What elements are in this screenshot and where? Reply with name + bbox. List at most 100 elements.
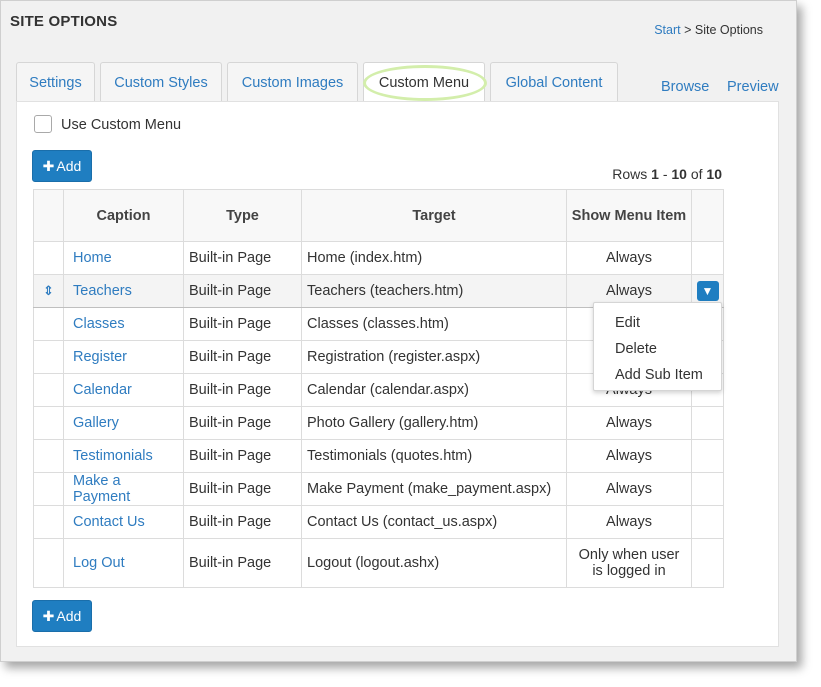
target-cell: Testimonials (quotes.htm) — [301, 439, 567, 473]
menu-item-delete[interactable]: Delete — [594, 336, 721, 362]
header-target[interactable]: Target — [301, 189, 567, 242]
table-row: Testimonials Built-in Page Testimonials … — [33, 439, 724, 473]
type-cell: Built-in Page — [183, 406, 302, 440]
header-handle — [33, 189, 64, 242]
chevron-down-icon: ▼ — [701, 284, 714, 298]
use-custom-menu-label: Use Custom Menu — [61, 117, 182, 133]
breadcrumb-separator: > — [684, 23, 692, 37]
rows-total: 10 — [706, 166, 722, 182]
header-type[interactable]: Type — [183, 189, 302, 242]
caption-link[interactable]: Calendar — [73, 382, 132, 398]
drag-handle-cell — [33, 340, 64, 374]
show-cell: Only when user is logged in — [566, 538, 692, 588]
add-button-label: Add — [56, 608, 82, 624]
menu-item-edit[interactable]: Edit — [594, 310, 721, 336]
table-row: Log Out Built-in Page Logout (logout.ash… — [33, 538, 724, 588]
caption-link[interactable]: Register — [73, 349, 127, 365]
rows-dash: - — [662, 166, 668, 182]
header-actions — [691, 189, 724, 242]
tab-custom-images[interactable]: Custom Images — [227, 62, 358, 101]
table-row: Home Built-in Page Home (index.htm) Alwa… — [33, 241, 724, 275]
tab-global-content[interactable]: Global Content — [490, 62, 618, 101]
drag-handle-cell — [33, 538, 64, 588]
target-cell: Registration (register.aspx) — [301, 340, 567, 374]
breadcrumb-current: Site Options — [694, 23, 763, 37]
drag-handle-cell — [33, 241, 64, 275]
header-show-menu-item[interactable]: Show Menu Item — [566, 189, 692, 242]
breadcrumb: Start > Site Options — [654, 23, 763, 37]
browse-link[interactable]: Browse — [661, 79, 709, 95]
drag-handle-cell — [33, 373, 64, 407]
caption-link[interactable]: Contact Us — [73, 514, 145, 530]
tab-custom-styles[interactable]: Custom Styles — [100, 62, 222, 101]
caption-link[interactable]: Make a Payment — [73, 473, 130, 505]
actions-cell — [691, 505, 724, 539]
caption-link[interactable]: Log Out — [73, 555, 125, 571]
caption-link[interactable]: Gallery — [73, 415, 119, 431]
actions-cell — [691, 538, 724, 588]
show-cell: Always — [566, 406, 692, 440]
plus-icon: ✚ — [42, 608, 55, 624]
target-cell: Teachers (teachers.htm) — [301, 274, 567, 308]
add-button-label: Add — [56, 158, 82, 174]
tab-custom-menu[interactable]: Custom Menu — [363, 62, 487, 103]
sort-vertical-icon[interactable]: ⇕ — [43, 283, 54, 298]
rows-to: 10 — [671, 166, 687, 182]
menu-item-add-sub-item[interactable]: Add Sub Item — [594, 362, 721, 388]
use-custom-menu-checkbox[interactable] — [34, 115, 52, 133]
rows-of: of — [690, 166, 703, 182]
row-actions-menu: Edit Delete Add Sub Item — [593, 302, 722, 391]
tab-settings[interactable]: Settings — [16, 62, 95, 101]
drag-handle-cell — [33, 307, 64, 341]
tab-custom-menu-label: Custom Menu — [378, 75, 470, 91]
caption-link[interactable]: Teachers — [73, 283, 132, 299]
actions-cell — [691, 406, 724, 440]
header-caption[interactable]: Caption — [63, 189, 184, 242]
show-cell: Always — [566, 505, 692, 539]
add-button-top[interactable]: ✚ Add — [32, 150, 92, 182]
add-button-bottom[interactable]: ✚ Add — [32, 600, 92, 632]
show-cell: Always — [566, 439, 692, 473]
target-cell: Classes (classes.htm) — [301, 307, 567, 341]
actions-cell — [691, 472, 724, 506]
type-cell: Built-in Page — [183, 307, 302, 341]
target-cell: Make Payment (make_payment.aspx) — [301, 472, 567, 506]
type-cell: Built-in Page — [183, 472, 302, 506]
preview-link[interactable]: Preview — [727, 79, 779, 95]
actions-cell — [691, 241, 724, 275]
type-cell: Built-in Page — [183, 373, 302, 407]
plus-icon: ✚ — [42, 158, 55, 174]
type-cell: Built-in Page — [183, 241, 302, 275]
rows-prefix: Rows — [612, 166, 648, 182]
breadcrumb-start-link[interactable]: Start — [654, 23, 680, 37]
drag-handle-cell — [33, 406, 64, 440]
rows-count: Rows 1 - 10 of 10 — [612, 166, 722, 182]
target-cell: Home (index.htm) — [301, 241, 567, 275]
rows-from: 1 — [651, 166, 659, 182]
type-cell: Built-in Page — [183, 340, 302, 374]
type-cell: Built-in Page — [183, 439, 302, 473]
target-cell: Contact Us (contact_us.aspx) — [301, 505, 567, 539]
page-title: SITE OPTIONS — [10, 13, 118, 30]
row-menu-toggle[interactable]: ▼ — [696, 281, 719, 301]
drag-handle-cell — [33, 439, 64, 473]
drag-handle-cell — [33, 505, 64, 539]
target-cell: Calendar (calendar.aspx) — [301, 373, 567, 407]
show-cell: Always — [566, 472, 692, 506]
target-cell: Logout (logout.ashx) — [301, 538, 567, 588]
custom-menu-content: Use Custom Menu ✚ Add Rows 1 - 10 of 10 C… — [16, 101, 779, 647]
table-header-row: Caption Type Target Show Menu Item — [33, 189, 724, 242]
table-row: Contact Us Built-in Page Contact Us (con… — [33, 505, 724, 539]
caption-link[interactable]: Classes — [73, 316, 125, 332]
target-cell: Photo Gallery (gallery.htm) — [301, 406, 567, 440]
table-row: Make a Payment Built-in Page Make Paymen… — [33, 472, 724, 506]
caption-link[interactable]: Testimonials — [73, 448, 153, 464]
type-cell: Built-in Page — [183, 274, 302, 308]
drag-handle-cell — [33, 472, 64, 506]
table-row: Gallery Built-in Page Photo Gallery (gal… — [33, 406, 724, 440]
drag-handle-cell: ⇕ — [33, 274, 64, 308]
caption-link[interactable]: Home — [73, 250, 112, 266]
site-options-panel: SITE OPTIONS Start > Site Options Settin… — [0, 0, 797, 662]
type-cell: Built-in Page — [183, 538, 302, 588]
type-cell: Built-in Page — [183, 505, 302, 539]
